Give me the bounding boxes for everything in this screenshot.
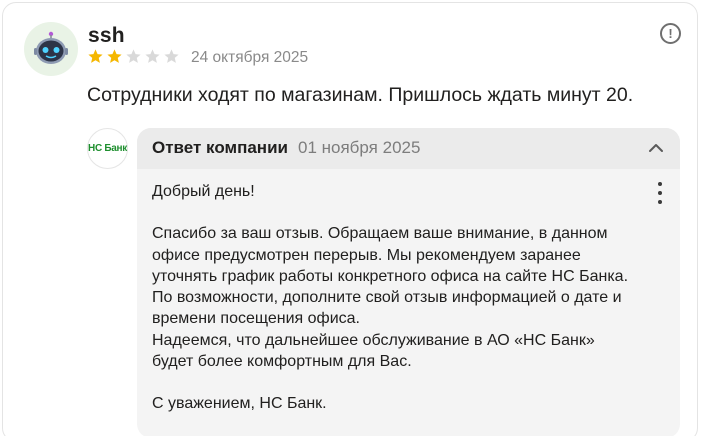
kebab-dot: [658, 182, 662, 186]
chevron-up-icon[interactable]: [648, 140, 664, 156]
exclamation-circle-icon: !: [668, 26, 673, 41]
star-rating: [87, 48, 180, 66]
reply-signature: С уважением, НС Банк.: [152, 395, 327, 413]
report-review-button[interactable]: !: [660, 23, 681, 44]
company-reply: Ответ компании 01 ноября 2025 Добрый ден…: [137, 128, 680, 436]
star-empty-icon: [126, 49, 141, 63]
review-text: Сотрудники ходят по магазинам. Пришлось …: [87, 84, 634, 106]
kebab-dot: [658, 200, 662, 204]
reply-date: 01 ноября 2025: [298, 138, 421, 157]
star-filled-icon: [107, 49, 122, 63]
author-name[interactable]: ssh: [88, 24, 125, 48]
reply-header[interactable]: Ответ компании 01 ноября 2025: [137, 128, 680, 169]
robot-avatar-icon: [34, 31, 68, 64]
company-logo-text: НС Банк: [88, 143, 127, 154]
star-empty-icon: [145, 49, 160, 63]
company-logo[interactable]: НС Банк: [87, 128, 128, 169]
star-empty-icon: [164, 49, 179, 63]
review-date: 24 октября 2025: [191, 49, 309, 66]
reply-greeting: Добрый день!: [152, 183, 255, 200]
more-options-icon[interactable]: [656, 182, 664, 204]
reply-body: Добрый день! Спасибо за ваш отзыв. Обращ…: [152, 181, 652, 415]
reply-paragraph: Спасибо за ваш отзыв. Обращаем ваше вним…: [152, 225, 629, 371]
user-avatar[interactable]: [24, 22, 78, 76]
reply-title: Ответ компании: [152, 138, 288, 157]
star-filled-icon: [88, 49, 103, 63]
kebab-dot: [658, 191, 662, 195]
